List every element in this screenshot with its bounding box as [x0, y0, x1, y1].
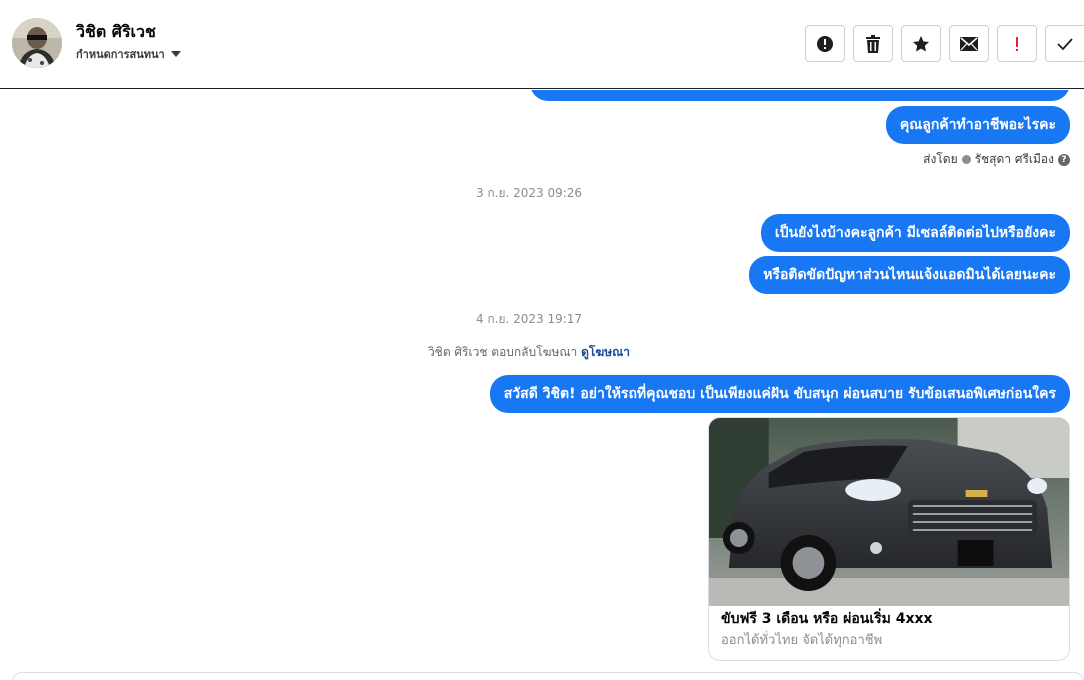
caret-down-icon — [170, 51, 181, 57]
mark-unread-button[interactable] — [949, 25, 989, 62]
message-bubble-partial — [530, 90, 1070, 101]
message-composer[interactable] — [12, 672, 1084, 680]
message-thread[interactable]: คุณลูกค้าทำอาชีพอะไรคะ ส่งโดย รัชสุดา ศร… — [0, 90, 1084, 680]
assign-conversation-dropdown[interactable]: กำหนดการสนทนา — [76, 45, 181, 63]
message-bubble: หรือติดขัดปัญหาส่วนไหนแจ้งแอดมินได้เลยนะ… — [749, 256, 1070, 294]
conversation-toolbar — [805, 25, 1084, 62]
star-icon — [913, 35, 929, 51]
avatar[interactable] — [12, 18, 62, 68]
ad-image — [709, 418, 1069, 606]
assign-label: กำหนดการสนทนา — [76, 48, 165, 61]
exclamation-icon — [1016, 36, 1018, 51]
ad-card[interactable]: ขับฟรี 3 เดือน หรือ ผ่อนเริ่ม 4xxx ออกได… — [708, 417, 1070, 661]
ad-reply-note: วิชิต ศิริเวช ตอบกลับโฆษณา ดูโฆษณา — [0, 343, 1084, 362]
conversation-header: วิชิต ศิริเวช กำหนดการสนทนา — [0, 0, 1084, 89]
envelope-icon — [960, 36, 978, 51]
ad-card-subtitle: ออกได้ทั่วไทย จัดได้ทุกอาชีพ — [721, 633, 883, 648]
delete-button[interactable] — [853, 25, 893, 62]
sent-by-label: ส่งโดย รัชสุดา ศรีเมือง ? — [923, 150, 1070, 169]
timestamp: 4 ก.ย. 2023 19:17 — [475, 312, 583, 326]
view-ad-link[interactable]: ดูโฆษณา — [581, 345, 630, 359]
follow-up-button[interactable] — [997, 25, 1037, 62]
sent-by-prefix: ส่งโดย — [923, 152, 958, 166]
contact-name: วิชิต ศิริเวช — [76, 22, 156, 41]
spam-button[interactable] — [805, 25, 845, 62]
ad-reply-text: วิชิต ศิริเวช ตอบกลับโฆษณา — [427, 345, 578, 359]
message-bubble: เป็นยังไงบ้างคะลูกค้า มีเซลล์ติดต่อไปหรื… — [760, 214, 1070, 252]
trash-icon — [866, 34, 880, 53]
help-icon[interactable]: ? — [1058, 153, 1070, 166]
alert-circle-icon — [817, 35, 833, 52]
star-button[interactable] — [901, 25, 941, 62]
message-bubble: สวัสดี วิชิต! อย่าให้รถที่คุณชอบ เป็นเพี… — [489, 375, 1070, 413]
agent-dot-icon — [961, 155, 971, 164]
sent-by-name: รัชสุดา ศรีเมือง — [974, 152, 1054, 166]
message-bubble: คุณลูกค้าทำอาชีพอะไรคะ — [885, 106, 1070, 144]
timestamp: 3 ก.ย. 2023 09:26 — [475, 186, 583, 200]
done-button[interactable] — [1045, 25, 1084, 62]
ad-card-title: ขับฟรี 3 เดือน หรือ ผ่อนเริ่ม 4xxx — [721, 611, 933, 627]
checkmark-icon — [1057, 37, 1073, 50]
